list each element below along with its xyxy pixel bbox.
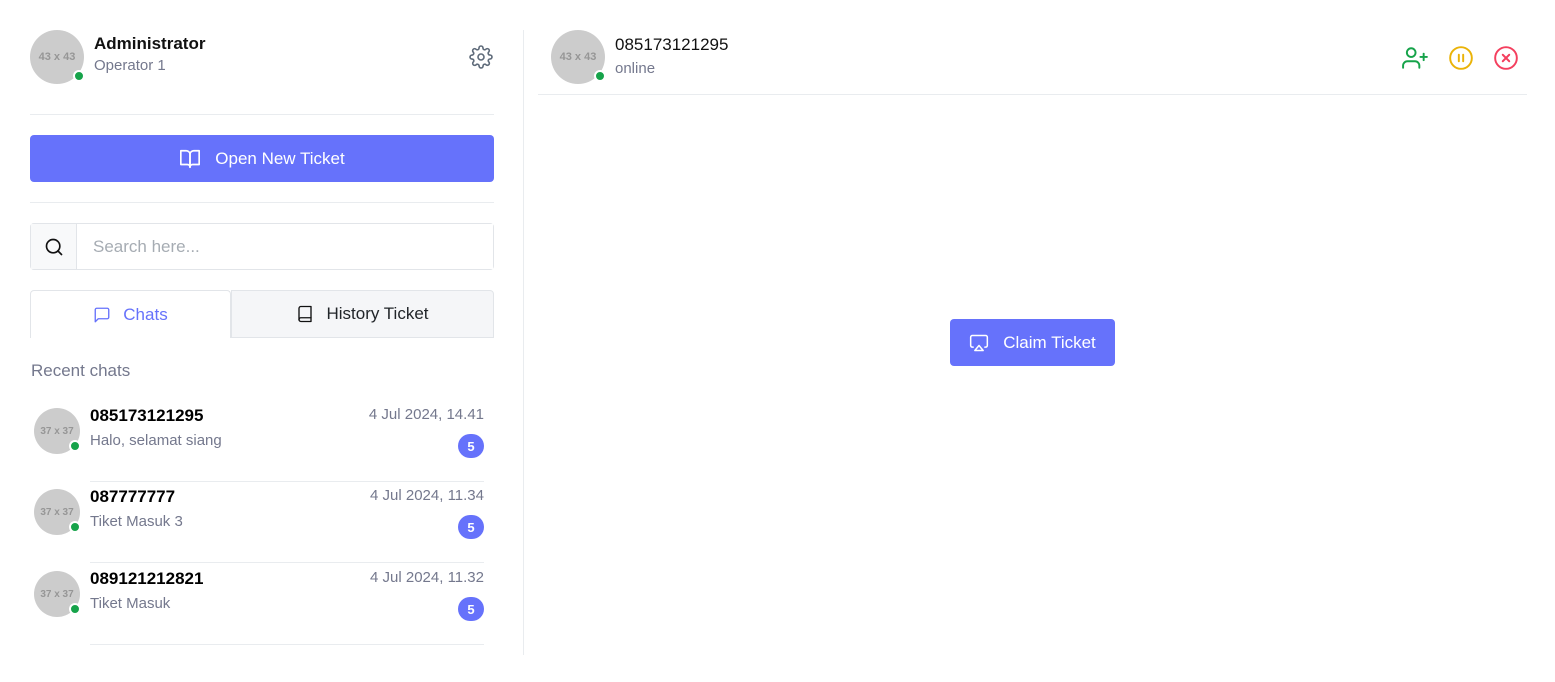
chat-list-item[interactable]: 37 x 37 085173121295 Halo, selamat siang… (30, 400, 490, 482)
profile-avatar-placeholder: 43 x 43 (38, 51, 76, 63)
user-plus-icon[interactable] (1402, 45, 1428, 71)
contact-name: 085173121295 (615, 35, 729, 54)
chat-contact-name: 089121212821 (90, 569, 204, 588)
profile-name: Administrator (94, 34, 206, 53)
profile-role: Operator 1 (94, 57, 166, 74)
tab-history-ticket[interactable]: History Ticket (231, 290, 494, 338)
chat-last-message: Halo, selamat siang (90, 432, 222, 449)
chat-divider (90, 644, 484, 645)
chat-contact-name: 087777777 (90, 487, 176, 506)
chat-list-item[interactable]: 37 x 37 087777777 Tiket Masuk 3 4 Jul 20… (30, 481, 490, 563)
chat-bubble-icon (94, 307, 110, 322)
search-input[interactable] (77, 224, 493, 269)
claim-ticket-label: Claim Ticket (1003, 332, 1096, 352)
book-open-icon (180, 149, 201, 168)
contact-status: online (615, 60, 656, 77)
claim-ticket-button[interactable]: Claim Ticket (950, 319, 1115, 366)
book-icon (298, 305, 313, 323)
divider (30, 202, 494, 203)
chat-contact-name: 085173121295 (90, 406, 204, 425)
panel-divider (523, 30, 524, 655)
chat-online-indicator (69, 440, 81, 452)
pause-circle-icon[interactable] (1448, 45, 1474, 71)
chat-timestamp: 4 Jul 2024, 14.41 (368, 406, 484, 423)
chat-avatar-placeholder: 37 x 37 (40, 425, 74, 437)
recent-chats-heading: Recent chats (31, 361, 131, 380)
unread-count-badge: 5 (458, 434, 484, 458)
sidebar: 43 x 43 Administrator Operator 1 Open Ne… (0, 0, 524, 682)
tab-chats-label: Chats (123, 304, 168, 324)
chat-avatar-placeholder: 37 x 37 (40, 588, 74, 600)
search-icon[interactable] (31, 224, 77, 269)
tab-history-ticket-label: History Ticket (326, 304, 429, 323)
contact-online-indicator (594, 70, 606, 82)
chat-timestamp: 4 Jul 2024, 11.34 (370, 487, 484, 504)
search-box (30, 223, 494, 270)
chat-last-message: Tiket Masuk 3 (90, 513, 183, 530)
unread-count-badge: 5 (458, 515, 484, 539)
tab-underline (231, 337, 494, 338)
tab-chats[interactable]: Chats (30, 290, 231, 338)
conversation-header-divider (538, 94, 1527, 95)
chat-timestamp: 4 Jul 2024, 11.32 (370, 569, 484, 586)
close-circle-icon[interactable] (1493, 45, 1519, 71)
contact-avatar-placeholder: 43 x 43 (559, 51, 597, 63)
chat-avatar-placeholder: 37 x 37 (40, 506, 74, 518)
chat-list-item[interactable]: 37 x 37 089121212821 Tiket Masuk 4 Jul 2… (30, 563, 490, 645)
unread-count-badge: 5 (458, 597, 484, 621)
divider (30, 114, 494, 115)
airplay-icon (970, 334, 989, 351)
chat-online-indicator (69, 521, 81, 533)
open-new-ticket-label: Open New Ticket (215, 148, 345, 168)
profile-online-indicator (73, 70, 85, 82)
open-new-ticket-button[interactable]: Open New Ticket (30, 135, 494, 182)
chat-online-indicator (69, 603, 81, 615)
chat-last-message: Tiket Masuk (90, 595, 171, 612)
gear-icon[interactable] (469, 45, 493, 69)
